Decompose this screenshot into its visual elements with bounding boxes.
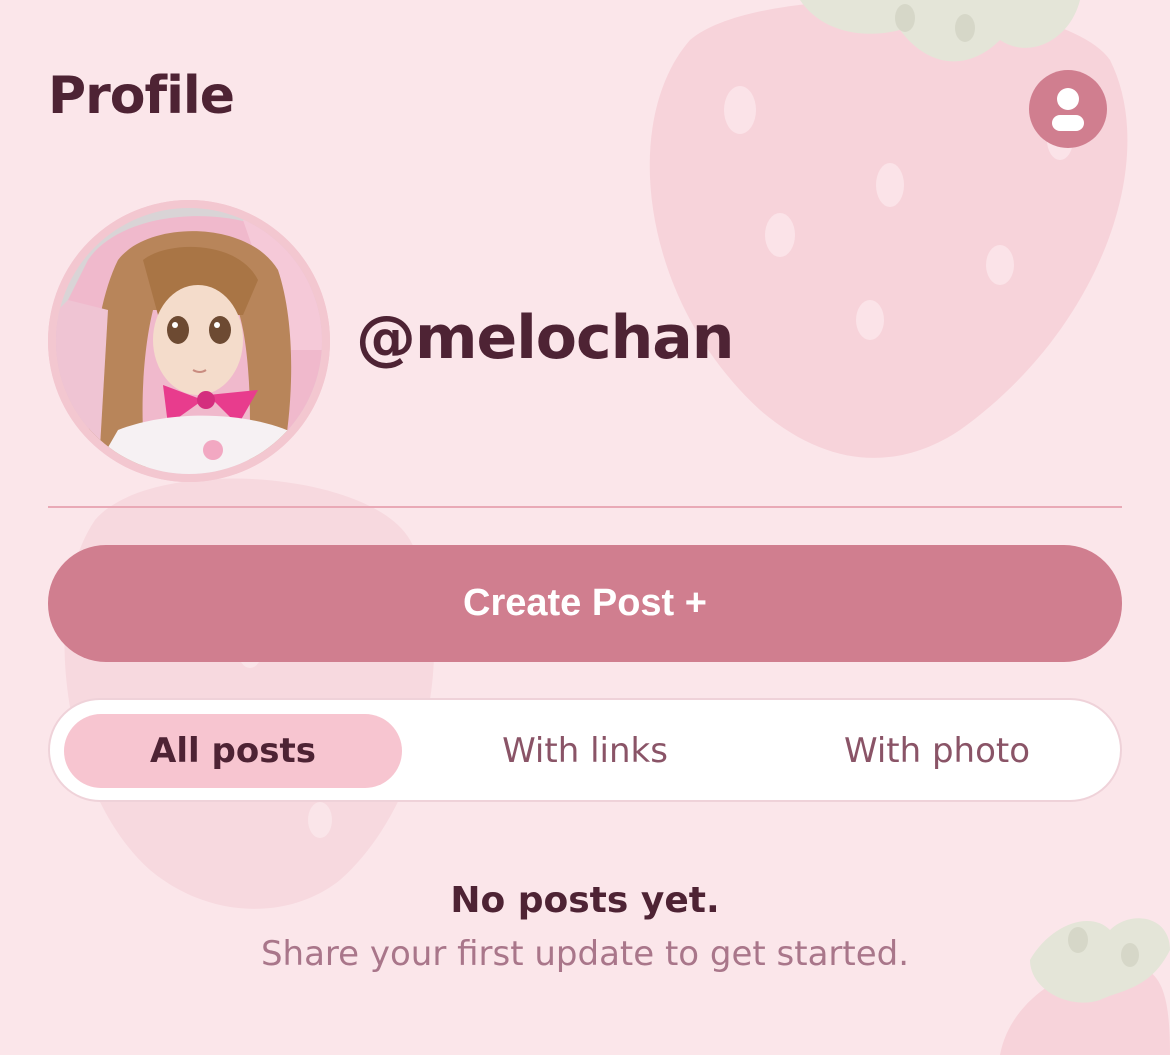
tab-with-links[interactable]: With links — [410, 714, 760, 788]
avatar-photo — [48, 200, 330, 482]
empty-state-subtitle: Share your first update to get started. — [260, 934, 910, 974]
username: @melochan — [356, 303, 734, 373]
account-button[interactable] — [1029, 70, 1107, 148]
tab-with-photo[interactable]: With photo — [762, 714, 1112, 788]
empty-state-title: No posts yet. — [450, 880, 720, 921]
account-circle-icon — [1052, 88, 1084, 131]
divider — [48, 506, 1122, 508]
profile-page: Profile @melochan Create Post + All post… — [0, 0, 1170, 1055]
post-filter-tabs: All posts With links With photo — [48, 698, 1122, 802]
avatar[interactable] — [48, 200, 330, 482]
page-title: Profile — [48, 66, 235, 126]
create-post-button[interactable]: Create Post + — [48, 545, 1122, 662]
tab-all-posts[interactable]: All posts — [64, 714, 402, 788]
